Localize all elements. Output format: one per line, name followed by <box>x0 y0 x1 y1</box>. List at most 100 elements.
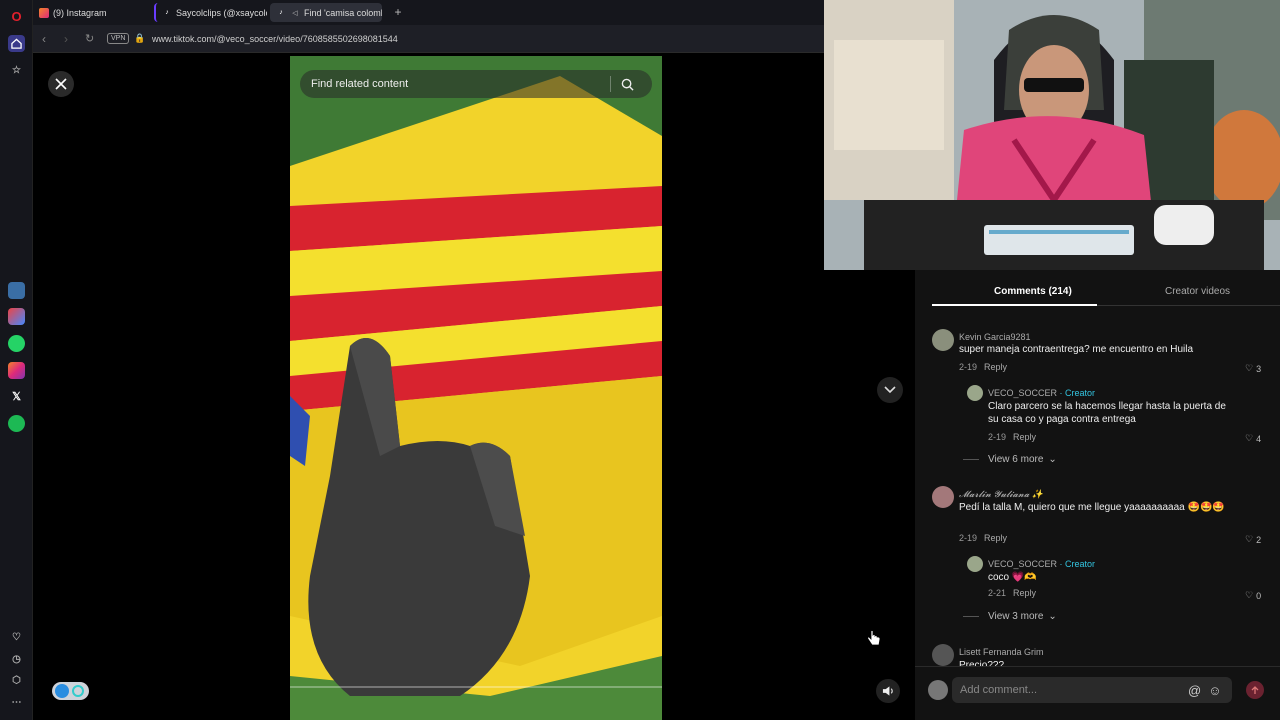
close-button[interactable] <box>48 71 74 97</box>
like-button[interactable]: ♡ 0 <box>1245 590 1261 601</box>
reply-button[interactable]: Reply <box>984 362 1007 372</box>
tiktok-favicon-icon: ♪ <box>279 9 283 16</box>
reply-author[interactable]: VECO_SOCCER · Creator <box>988 388 1095 398</box>
user-avatar[interactable] <box>928 680 948 700</box>
like-count: 3 <box>1256 363 1262 374</box>
chevron-down-icon <box>884 386 896 394</box>
tab-bar: (9) Instagram ♪ Saycolclips (@xsaycolcli… <box>33 0 824 25</box>
reply-text: coco 💗🫶 <box>988 572 1037 583</box>
cube-icon[interactable]: ⬡ <box>8 672 25 689</box>
reply-author-name: VECO_SOCCER <box>988 559 1058 569</box>
search-icon <box>621 78 634 91</box>
like-count: 2 <box>1256 534 1262 545</box>
hand-cursor-icon <box>867 630 881 652</box>
avatar[interactable] <box>932 486 954 508</box>
heart-icon: ♡ <box>1245 363 1254 373</box>
back-icon[interactable]: ‹ <box>42 32 46 46</box>
avatar[interactable] <box>967 385 983 401</box>
comment-text: Pedí la talla M, quiero que me llegue ya… <box>959 502 1225 513</box>
like-count: 0 <box>1256 590 1262 601</box>
related-search-box <box>300 70 652 98</box>
avatar[interactable] <box>932 329 954 351</box>
forward-icon[interactable]: › <box>64 32 68 46</box>
lock-icon[interactable]: 🔒 <box>134 33 145 44</box>
tab-instagram[interactable]: (9) Instagram <box>33 3 151 22</box>
reply-text: Claro parcero se la hacemos llegar hasta… <box>988 401 1226 425</box>
reply-author[interactable]: VECO_SOCCER · Creator <box>988 559 1095 569</box>
avatar[interactable] <box>967 556 983 572</box>
comment-author[interactable]: Lisett Fernanda Grim <box>959 647 1044 657</box>
like-button[interactable]: ♡ 3 <box>1245 363 1261 374</box>
speaker-icon: ◁ <box>292 9 298 17</box>
like-button[interactable]: ♡ 2 <box>1245 534 1261 545</box>
tiktok-favicon-icon: ♪ <box>165 9 169 16</box>
arrow-up-icon <box>1251 685 1259 694</box>
history-icon[interactable]: ◷ <box>8 651 25 668</box>
sidebar-app-icon[interactable] <box>8 282 25 299</box>
tab-saycolclips[interactable]: ♪ Saycolclips (@xsaycolclips) <box>154 3 267 22</box>
creator-badge: · Creator <box>1057 388 1096 398</box>
tab-label: (9) Instagram <box>53 7 107 18</box>
video-player[interactable] <box>290 56 662 720</box>
panel-tabs: Comments (214) Creator videos <box>932 270 1280 306</box>
x-twitter-icon[interactable]: 𝕏 <box>8 388 25 405</box>
view-more-label: View 6 more <box>988 454 1044 465</box>
avatar[interactable] <box>932 644 954 666</box>
add-comment-box: @ ☺ <box>952 677 1232 703</box>
search-button[interactable] <box>611 78 643 91</box>
creator-badge: · Creator <box>1057 559 1096 569</box>
comment-author[interactable]: 𝓜𝓪𝓻𝓵𝓲𝓷 𝓨𝓾𝓵𝓲𝓪𝓷𝓪 ✨ <box>959 489 1043 500</box>
browser-sidebar: O ☆ 𝕏 ♡ ◷ ⬡ ⋯ <box>0 0 33 720</box>
like-count: 4 <box>1256 433 1262 444</box>
comment-date: 2-19 <box>959 533 978 543</box>
view-more-label: View 3 more <box>988 611 1044 622</box>
view-more-replies[interactable]: View 6 more ⌄ <box>963 454 1057 465</box>
messenger-icon[interactable] <box>8 308 25 325</box>
reply-author-name: VECO_SOCCER <box>988 388 1058 398</box>
related-search-input[interactable] <box>300 78 610 90</box>
opera-logo-icon[interactable]: O <box>8 8 25 25</box>
reload-icon[interactable]: ↻ <box>85 32 94 45</box>
toggle-knob <box>55 684 69 698</box>
close-icon <box>55 78 67 90</box>
add-comment-input[interactable] <box>952 684 1192 696</box>
whatsapp-icon[interactable] <box>8 335 25 352</box>
next-video-button[interactable] <box>877 377 903 403</box>
new-tab-button[interactable]: + <box>391 5 405 19</box>
reply-button[interactable]: Reply <box>984 533 1007 543</box>
reply-button[interactable]: Reply <box>1013 588 1036 598</box>
more-icon[interactable]: ⋯ <box>8 694 25 711</box>
comments-panel: Comments (214) Creator videos Kevin Garc… <box>915 270 1280 720</box>
volume-button[interactable] <box>876 679 900 703</box>
tab-find-camisa[interactable]: ♪ ◁ Find 'camisa colombia' <box>270 3 382 22</box>
webcam-overlay <box>824 0 1280 270</box>
like-button[interactable]: ♡ 4 <box>1245 433 1261 444</box>
reply-button[interactable]: Reply <box>1013 432 1036 442</box>
comment-author[interactable]: Kevin Garcia9281 <box>959 332 1031 342</box>
tab-creator-videos[interactable]: Creator videos <box>1165 286 1230 297</box>
divider <box>963 616 979 617</box>
instagram-icon[interactable] <box>8 362 25 379</box>
tab-underline <box>932 304 1097 306</box>
star-icon[interactable]: ☆ <box>8 62 25 79</box>
url-field[interactable]: www.tiktok.com/@veco_soccer/video/760858… <box>152 34 398 44</box>
extension-toggle[interactable] <box>52 682 89 700</box>
emoji-icon[interactable]: ☺ <box>1208 683 1221 698</box>
view-more-replies[interactable]: View 3 more ⌄ <box>963 611 1057 622</box>
vpn-badge[interactable]: VPN <box>107 33 130 44</box>
home-icon[interactable] <box>8 35 25 52</box>
reply-meta: 2-19 Reply <box>988 432 1036 442</box>
heart-icon[interactable]: ♡ <box>8 629 25 646</box>
tab-label: Saycolclips (@xsaycolclips) <box>176 7 267 18</box>
comment-text: super maneja contraentrega? me encuentro… <box>959 344 1194 355</box>
heart-icon: ♡ <box>1245 433 1254 443</box>
instagram-favicon-icon <box>39 7 49 18</box>
mention-icon[interactable]: @ <box>1188 683 1201 698</box>
reply-meta: 2-21 Reply <box>988 588 1036 598</box>
webcam-image <box>824 0 1280 270</box>
post-comment-button[interactable] <box>1246 681 1264 699</box>
spotify-icon[interactable] <box>8 415 25 432</box>
chevron-down-icon: ⌄ <box>1048 611 1057 622</box>
tab-comments[interactable]: Comments (214) <box>994 286 1072 297</box>
chevron-down-icon: ⌄ <box>1048 454 1057 465</box>
